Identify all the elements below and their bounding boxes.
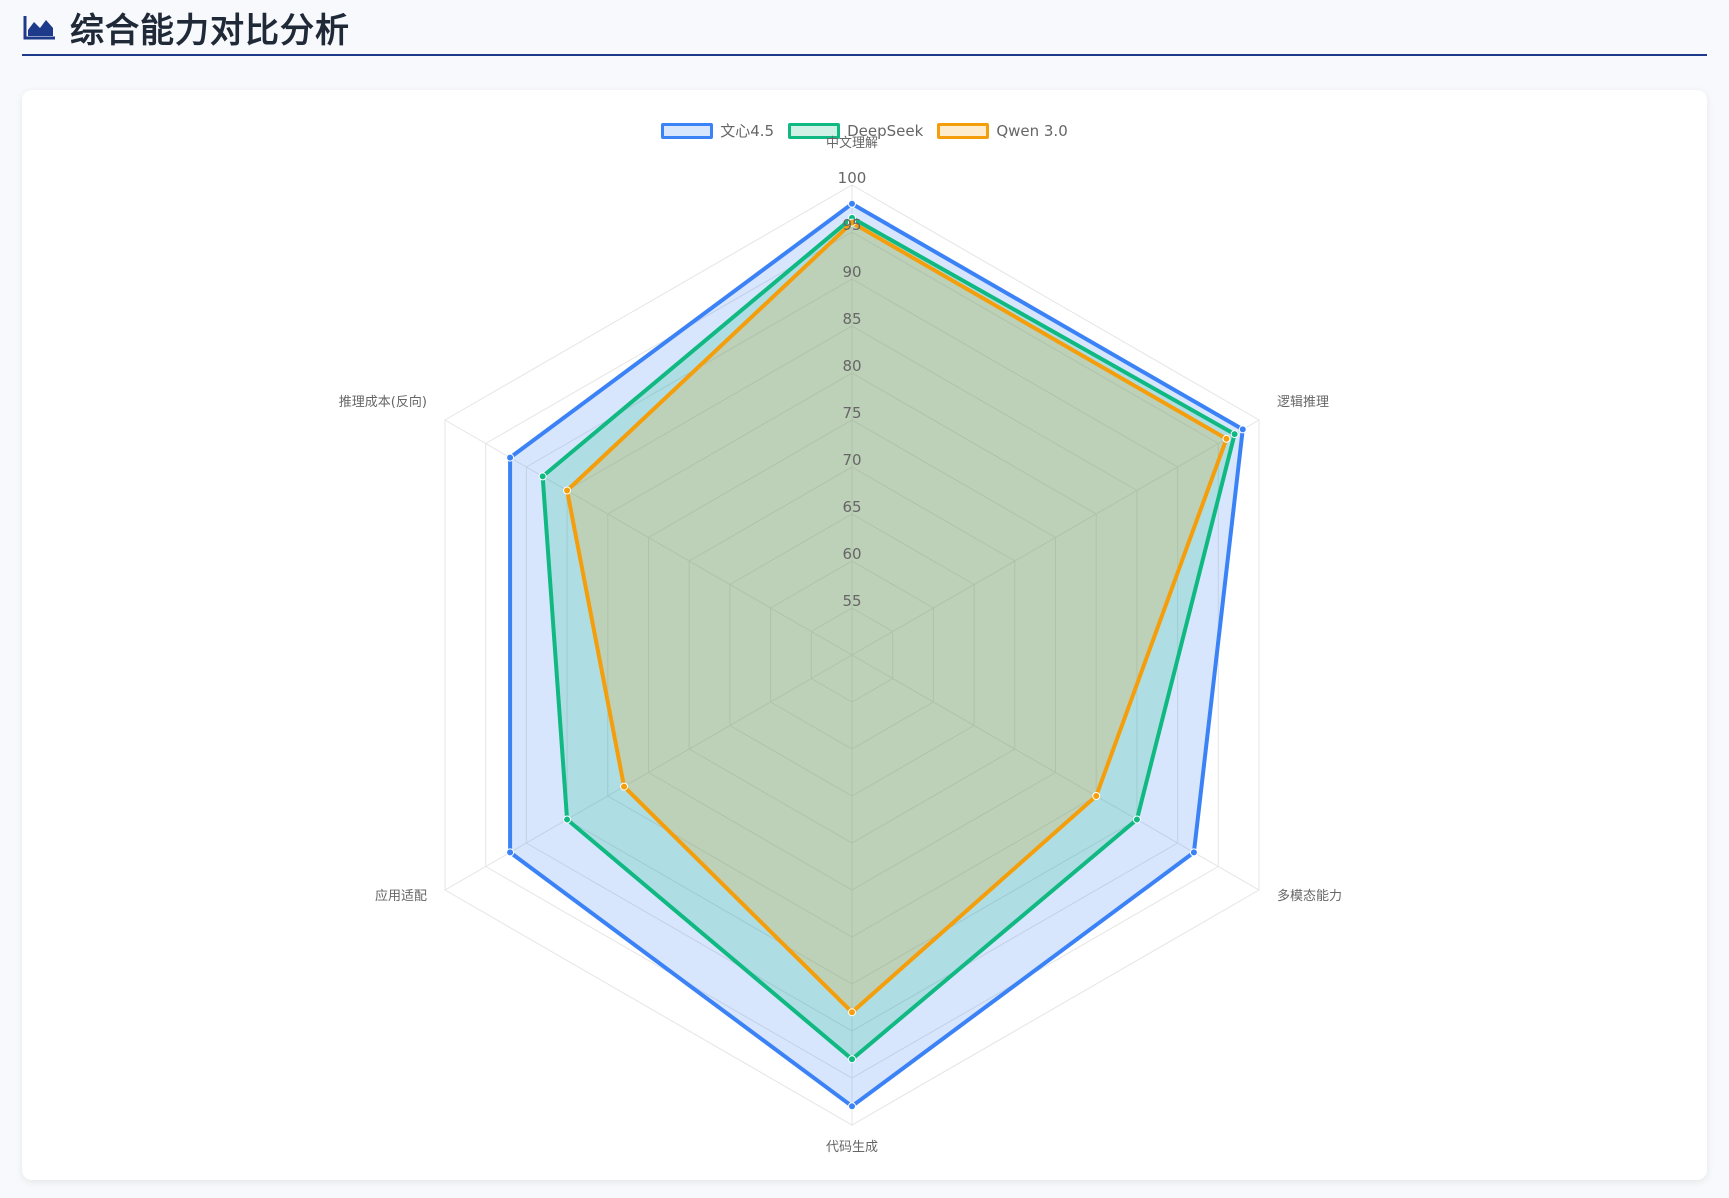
series-point-2-4[interactable]: [620, 782, 629, 791]
page: 综合能力对比分析 文心4.5 DeepSeek Qwen 3.0 55 60 65 7…: [0, 0, 1729, 1198]
tick-label-2: 65: [842, 498, 861, 516]
tick-label-5: 80: [842, 357, 861, 375]
tick-label-6: 85: [842, 310, 861, 328]
axis-label-2: 多模态能力: [1277, 888, 1342, 904]
axis-label-5: 推理成本(反向): [339, 394, 427, 410]
series-point-2-2[interactable]: [1092, 792, 1101, 800]
radar-chart: 55 60 65 70 75 80 85 90 95 100 中文理解逻辑推理多模态能力代码生成 应…: [339, 136, 1342, 1155]
series-point-1-3[interactable]: [848, 1055, 856, 1064]
series-point-2-5[interactable]: [563, 486, 572, 495]
tick-label-8: 95: [842, 216, 861, 234]
series-point-1-2[interactable]: [1132, 815, 1141, 824]
tick-label-0: 55: [842, 592, 861, 610]
series-point-2-3[interactable]: [848, 1008, 856, 1017]
series-point-1-5[interactable]: [538, 472, 547, 481]
tick-label-9: 100: [838, 169, 867, 187]
series-point-0-3[interactable]: [848, 1102, 856, 1111]
series-point-1-4[interactable]: [563, 815, 572, 824]
radar-series: [506, 199, 1247, 1111]
tick-label-4: 75: [842, 404, 861, 422]
series-point-0-1[interactable]: [1238, 425, 1247, 434]
series-point-1-1[interactable]: [1230, 430, 1239, 439]
tick-label-7: 90: [842, 263, 861, 281]
series-point-0-0[interactable]: [848, 199, 856, 208]
tick-label-1: 60: [842, 545, 861, 563]
axis-label-3: 代码生成: [826, 1140, 878, 1155]
series-point-0-2[interactable]: [1189, 848, 1198, 857]
series-point-0-5[interactable]: [506, 453, 515, 462]
series-point-0-4[interactable]: [506, 848, 515, 857]
axis-label-1: 逻辑推理: [1277, 395, 1329, 410]
axis-label-0: 中文理解: [826, 136, 878, 151]
axis-label-4: 应用适配: [375, 888, 427, 904]
tick-label-3: 70: [842, 451, 861, 469]
series-point-2-1[interactable]: [1222, 434, 1231, 443]
